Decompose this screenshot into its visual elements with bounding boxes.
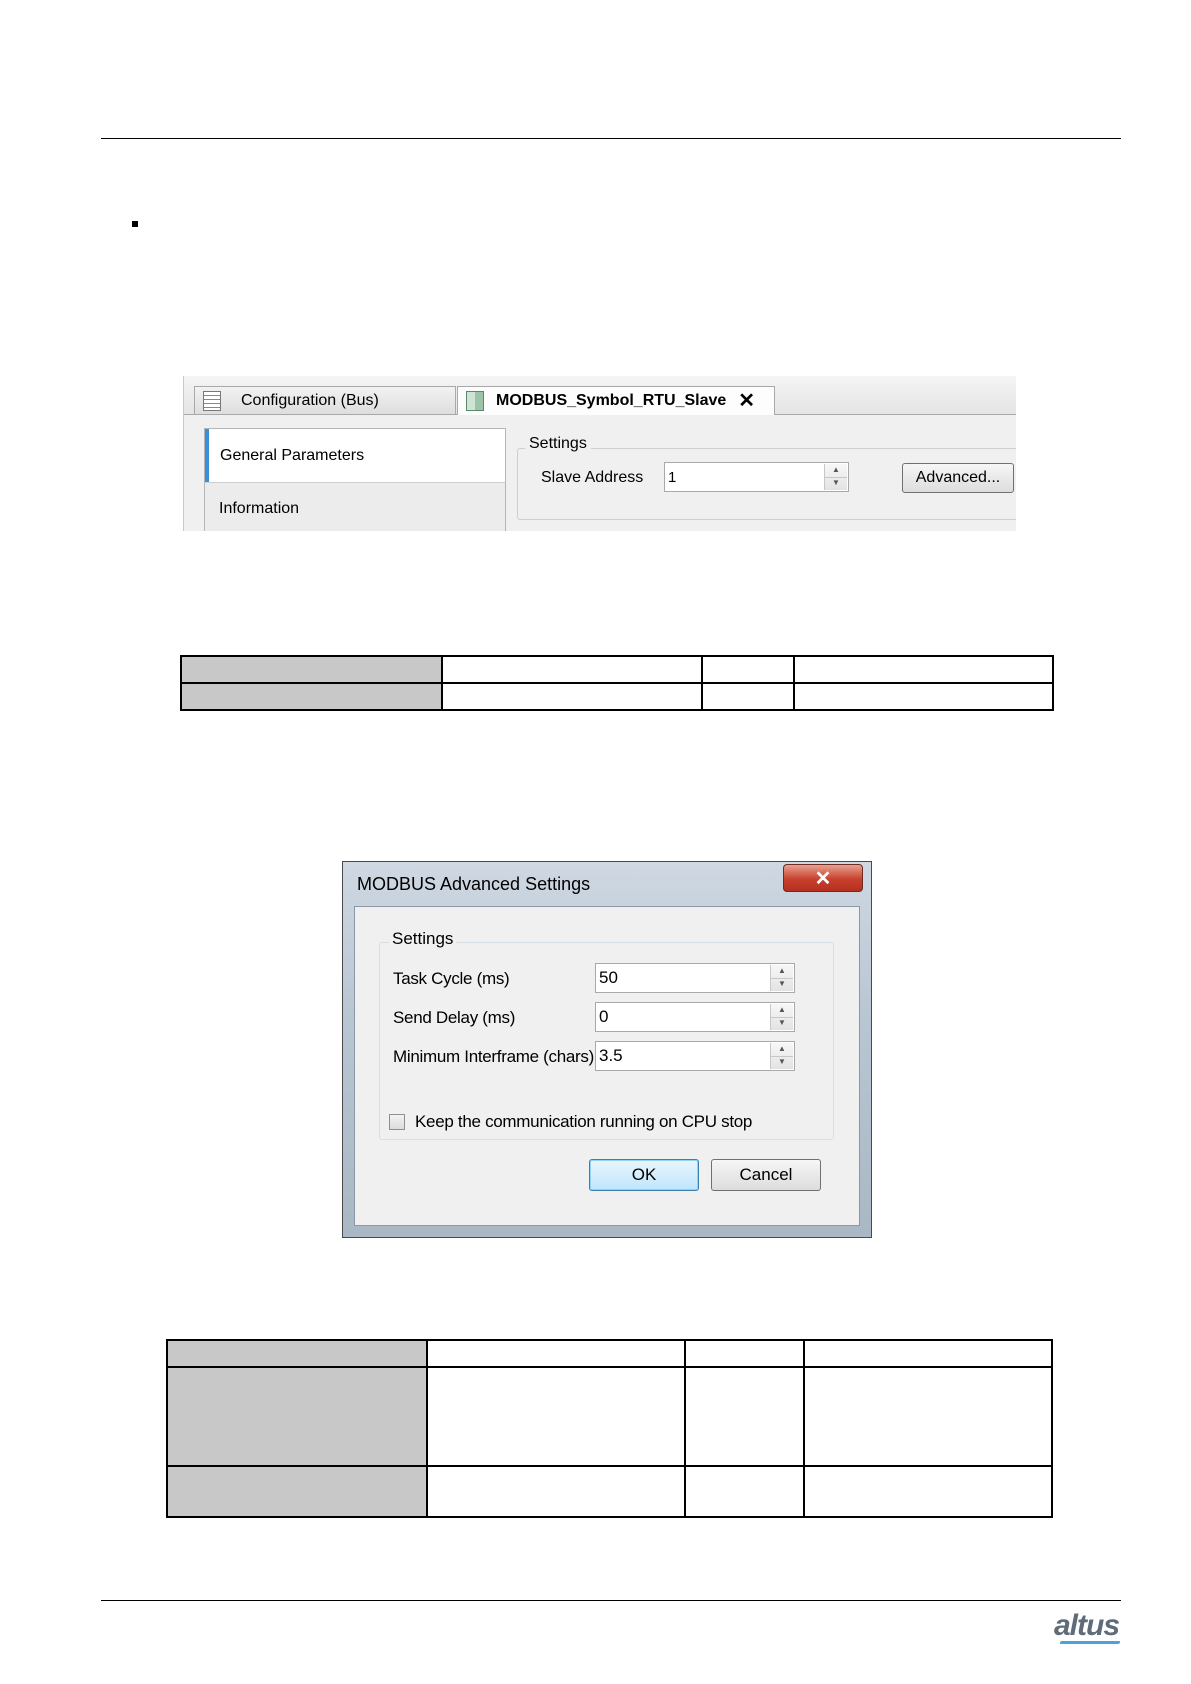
parameters-table-1 xyxy=(180,655,1054,711)
close-button[interactable]: ✕ xyxy=(783,864,863,892)
table-cell xyxy=(441,682,703,711)
dialog-body: Settings Task Cycle (ms) 50 ▲ ▼ Send Del… xyxy=(354,906,860,1226)
keep-running-checkbox[interactable] xyxy=(389,1114,405,1130)
table-cell xyxy=(180,682,443,711)
editor-side-nav: General Parameters Information xyxy=(204,428,506,531)
slave-address-value: 1 xyxy=(668,468,677,486)
bullet-marker xyxy=(132,221,138,227)
table-cell xyxy=(803,1366,1053,1467)
modbus-advanced-settings-dialog: MODBUS Advanced Settings ✕ Settings Task… xyxy=(342,861,872,1238)
table-row xyxy=(180,655,1054,684)
arrow-down-icon[interactable]: ▼ xyxy=(825,477,847,490)
arrow-down-icon[interactable]: ▼ xyxy=(771,1056,793,1069)
minimum-interframe-stepper[interactable]: ▲ ▼ xyxy=(770,1043,793,1069)
settings-legend: Settings xyxy=(389,929,457,949)
table-cell xyxy=(803,1465,1053,1518)
table-cell xyxy=(426,1366,686,1467)
close-icon[interactable]: ✕ xyxy=(738,391,755,411)
table-cell xyxy=(166,1465,428,1518)
arrow-down-icon[interactable]: ▼ xyxy=(771,978,793,991)
tab-label: MODBUS_Symbol_RTU_Slave xyxy=(496,392,727,409)
task-cycle-input[interactable]: 50 ▲ ▼ xyxy=(595,963,795,993)
nav-item-label: General Parameters xyxy=(220,446,365,464)
minimum-interframe-input[interactable]: 3.5 ▲ ▼ xyxy=(595,1041,795,1071)
table-cell xyxy=(180,655,443,684)
task-cycle-label: Task Cycle (ms) xyxy=(393,969,510,988)
arrow-up-icon[interactable]: ▲ xyxy=(771,1004,793,1018)
device-editor-screenshot: Configuration (Bus) MODBUS_Symbol_RTU_Sl… xyxy=(183,376,1016,531)
cancel-button[interactable]: Cancel xyxy=(711,1159,821,1191)
nav-item-general-parameters[interactable]: General Parameters xyxy=(205,429,505,482)
slave-address-input[interactable]: 1 ▲ ▼ xyxy=(664,462,849,492)
table-cell xyxy=(426,1465,686,1518)
table-cell xyxy=(793,682,1054,711)
footer-rule xyxy=(101,1600,1121,1601)
table-cell xyxy=(803,1339,1053,1368)
task-cycle-value: 50 xyxy=(599,968,618,987)
table-cell xyxy=(701,655,795,684)
table-cell xyxy=(441,655,703,684)
device-icon xyxy=(466,391,484,411)
table-cell xyxy=(426,1339,686,1368)
table-row xyxy=(166,1366,1053,1467)
send-delay-label: Send Delay (ms) xyxy=(393,1008,516,1027)
table-row xyxy=(180,682,1054,711)
table-row xyxy=(166,1465,1053,1518)
nav-item-information[interactable]: Information xyxy=(205,482,505,531)
table-cell xyxy=(166,1339,428,1368)
altus-logo: altus xyxy=(1054,1609,1120,1642)
editor-tab-bar: Configuration (Bus) MODBUS_Symbol_RTU_Sl… xyxy=(184,376,1016,415)
tab-label: Configuration (Bus) xyxy=(241,391,379,409)
parameters-table-2 xyxy=(166,1339,1053,1518)
arrow-up-icon[interactable]: ▲ xyxy=(771,965,793,979)
ok-button[interactable]: OK xyxy=(589,1159,699,1191)
arrow-down-icon[interactable]: ▼ xyxy=(771,1017,793,1030)
keep-running-label: Keep the communication running on CPU st… xyxy=(415,1112,753,1131)
header-rule xyxy=(101,138,1121,139)
bus-config-icon xyxy=(203,390,221,411)
table-row xyxy=(166,1339,1053,1368)
table-cell xyxy=(166,1366,428,1467)
logo-underline xyxy=(1059,1641,1121,1644)
nav-item-label: Information xyxy=(219,500,300,517)
task-cycle-stepper[interactable]: ▲ ▼ xyxy=(770,965,793,991)
arrow-up-icon[interactable]: ▲ xyxy=(825,464,847,478)
send-delay-input[interactable]: 0 ▲ ▼ xyxy=(595,1002,795,1032)
table-cell xyxy=(701,682,795,711)
slave-address-stepper[interactable]: ▲ ▼ xyxy=(824,464,847,490)
advanced-button[interactable]: Advanced... xyxy=(902,463,1014,493)
dialog-title: MODBUS Advanced Settings xyxy=(357,874,591,894)
minimum-interframe-value: 3.5 xyxy=(599,1046,623,1065)
send-delay-value: 0 xyxy=(599,1007,609,1026)
tab-modbus-symbol-rtu-slave[interactable]: MODBUS_Symbol_RTU_Slave ✕ xyxy=(457,386,775,415)
tab-configuration-bus[interactable]: Configuration (Bus) xyxy=(194,386,456,414)
table-cell xyxy=(684,1366,805,1467)
send-delay-stepper[interactable]: ▲ ▼ xyxy=(770,1004,793,1030)
arrow-up-icon[interactable]: ▲ xyxy=(771,1043,793,1057)
table-cell xyxy=(793,655,1054,684)
table-cell xyxy=(684,1339,805,1368)
slave-address-label: Slave Address xyxy=(541,469,644,486)
close-icon: ✕ xyxy=(814,867,832,890)
table-cell xyxy=(684,1465,805,1518)
minimum-interframe-label: Minimum Interframe (chars) xyxy=(393,1047,594,1066)
settings-legend: Settings xyxy=(525,435,591,453)
